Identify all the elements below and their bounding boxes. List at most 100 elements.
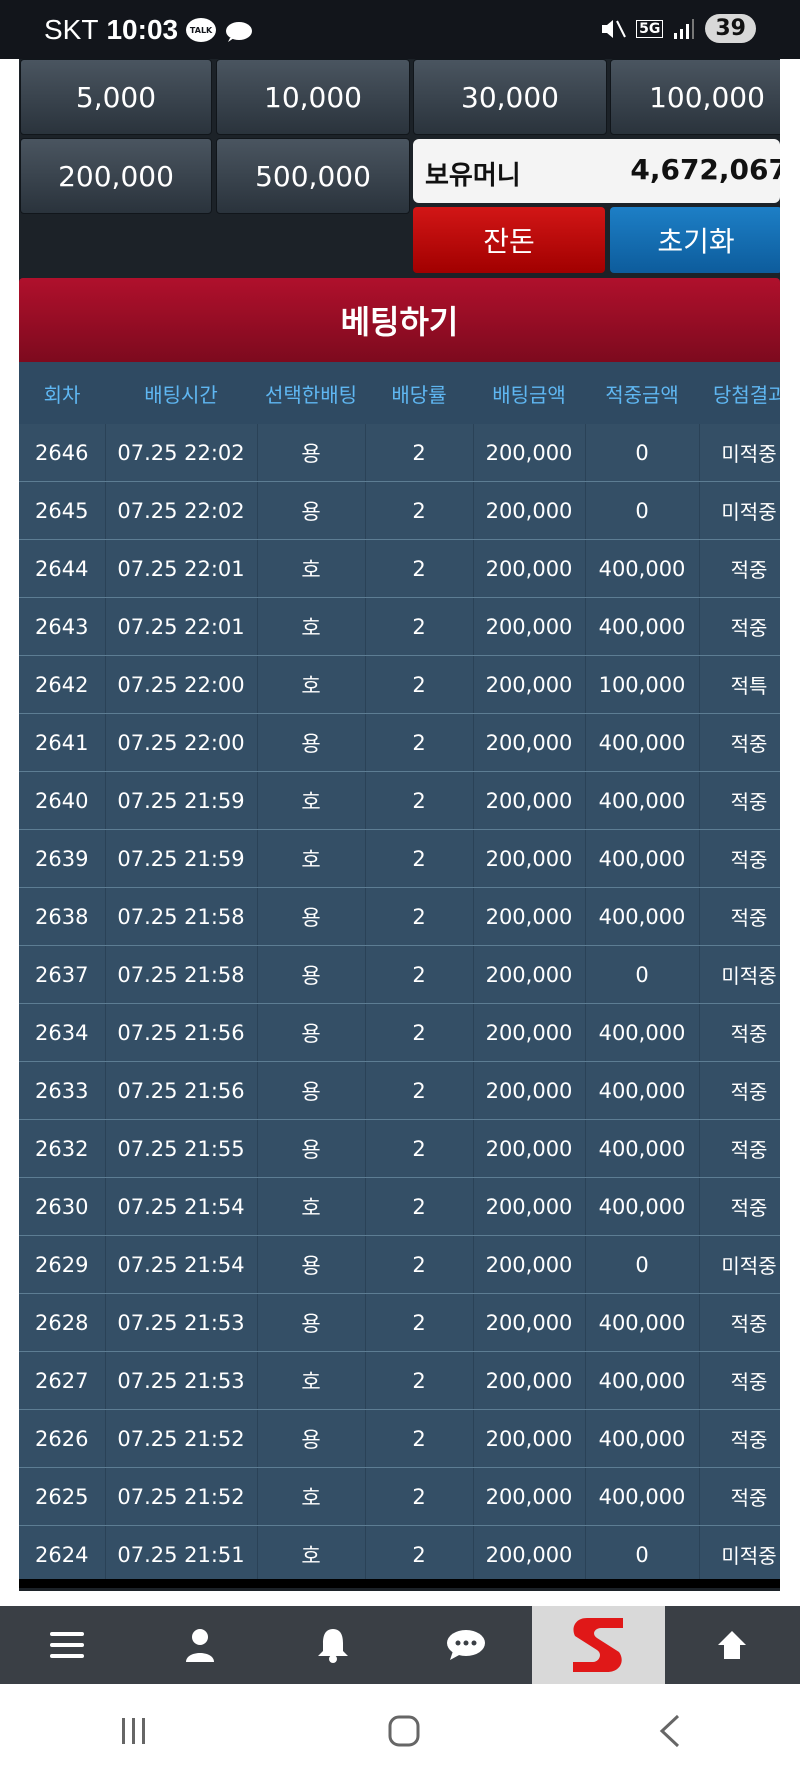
cell-time: 07.25 21:53 [105,1293,258,1352]
cell-result: 미적중 [699,424,780,482]
cell-odds: 2 [365,945,474,1004]
nav-chat[interactable] [399,1606,532,1684]
cell-round: 2638 [19,887,106,946]
table-row: 2633 07.25 21:56 용 2 200,000 400,000 적중 [19,1061,780,1120]
col-header-pick: 선택한배팅 [257,362,365,424]
col-header-time: 배팅시간 [105,362,257,424]
cell-win: 0 [585,945,700,1004]
table-header-row: 회차 배팅시간 선택한배팅 배당률 배팅금액 적중금액 당첨결과 [19,362,780,424]
cell-round: 2641 [19,713,106,772]
cell-win: 400,000 [585,1467,700,1526]
mute-icon [602,19,627,38]
cell-win: 400,000 [585,1351,700,1410]
cell-round: 2632 [19,1119,106,1178]
col-header-odds: 배당률 [365,362,473,424]
table-row: 2640 07.25 21:59 호 2 200,000 400,000 적중 [19,771,780,830]
bet-history-table: 회차 배팅시간 선택한배팅 배당률 배팅금액 적중금액 당첨결과 2646 07.… [19,362,780,1584]
nav-notifications[interactable] [266,1606,399,1684]
table-row: 2637 07.25 21:58 용 2 200,000 0 미적중 [19,945,780,1004]
cell-time: 07.25 21:52 [105,1467,258,1526]
cell-bet: 200,000 [473,771,586,830]
cell-round: 2645 [19,481,106,540]
cell-pick: 용 [257,1409,366,1468]
cell-result: 적중 [699,1177,780,1236]
cell-result: 적중 [699,771,780,830]
chip-button-100000[interactable]: 100,000 [610,59,780,135]
cell-result: 적중 [699,1061,780,1120]
cell-time: 07.25 21:55 [105,1119,258,1178]
table-row: 2643 07.25 22:01 호 2 200,000 400,000 적중 [19,597,780,656]
table-row: 2639 07.25 21:59 호 2 200,000 400,000 적중 [19,829,780,888]
table-row: 2624 07.25 21:51 호 2 200,000 0 미적중 [19,1525,780,1584]
cell-win: 100,000 [585,655,700,714]
cell-bet: 200,000 [473,1467,586,1526]
cell-odds: 2 [365,1467,474,1526]
recent-apps-icon[interactable] [118,1716,150,1746]
cell-time: 07.25 22:02 [105,424,258,482]
reset-button[interactable]: 초기화 [610,207,780,273]
chip-button-5000[interactable]: 5,000 [20,59,212,135]
cell-round: 2643 [19,597,106,656]
cell-time: 07.25 21:59 [105,771,258,830]
cell-pick: 용 [257,1119,366,1178]
cell-pick: 호 [257,771,366,830]
cell-odds: 2 [365,771,474,830]
table-row: 2630 07.25 21:54 호 2 200,000 400,000 적중 [19,1177,780,1236]
table-row: 2646 07.25 22:02 용 2 200,000 0 미적중 [19,424,780,482]
table-row: 2627 07.25 21:53 호 2 200,000 400,000 적중 [19,1351,780,1410]
chip-button-500000[interactable]: 500,000 [216,138,410,214]
cell-result: 적특 [699,655,780,714]
bell-icon [317,1629,348,1663]
cell-pick: 용 [257,1293,366,1352]
cell-bet: 200,000 [473,1235,586,1294]
cell-bet: 200,000 [473,655,586,714]
carrier-label: SKT [44,14,99,45]
cell-win: 0 [585,1235,700,1294]
cell-time: 07.25 21:54 [105,1177,258,1236]
cell-time: 07.25 22:01 [105,539,258,598]
cell-time: 07.25 21:51 [105,1525,258,1584]
cell-result: 적중 [699,597,780,656]
cell-odds: 2 [365,887,474,946]
cell-bet: 200,000 [473,481,586,540]
cell-pick: 용 [257,887,366,946]
nav-scroll-top[interactable] [665,1606,798,1684]
cell-bet: 200,000 [473,887,586,946]
chip-button-200000[interactable]: 200,000 [20,138,212,214]
status-bar: SKT 10:03 TALK 5G 39 [0,0,800,59]
cell-odds: 2 [365,1119,474,1178]
place-bet-button[interactable]: 베팅하기 [19,278,780,362]
chip-button-30000[interactable]: 30,000 [413,59,607,135]
table-row: 2625 07.25 21:52 호 2 200,000 400,000 적중 [19,1467,780,1526]
cell-bet: 200,000 [473,713,586,772]
cell-round: 2628 [19,1293,106,1352]
battery-indicator: 39 [705,14,756,43]
bottom-nav [0,1606,800,1684]
cell-time: 07.25 22:00 [105,713,258,772]
home-icon[interactable] [387,1714,421,1748]
cell-bet: 200,000 [473,829,586,888]
cell-pick: 호 [257,1467,366,1526]
cell-bet: 200,000 [473,1525,586,1584]
change-button[interactable]: 잔돈 [413,207,605,273]
nav-menu[interactable] [0,1606,133,1684]
cell-odds: 2 [365,597,474,656]
cell-win: 400,000 [585,829,700,888]
cell-odds: 2 [365,829,474,888]
cell-odds: 2 [365,1293,474,1352]
cell-time: 07.25 21:59 [105,829,258,888]
cell-win: 400,000 [585,597,700,656]
table-row: 2628 07.25 21:53 용 2 200,000 400,000 적중 [19,1293,780,1352]
nav-home-logo[interactable] [532,1606,665,1684]
nav-user[interactable] [133,1606,266,1684]
table-row: 2634 07.25 21:56 용 2 200,000 400,000 적중 [19,1003,780,1062]
col-header-bet: 배팅금액 [473,362,585,424]
cell-time: 07.25 21:53 [105,1351,258,1410]
cell-result: 적중 [699,1351,780,1410]
chip-button-10000[interactable]: 10,000 [216,59,410,135]
cell-win: 0 [585,1525,700,1584]
back-icon[interactable] [658,1714,682,1748]
col-header-round: 회차 [19,362,105,424]
cell-pick: 용 [257,1003,366,1062]
cell-result: 적중 [699,887,780,946]
